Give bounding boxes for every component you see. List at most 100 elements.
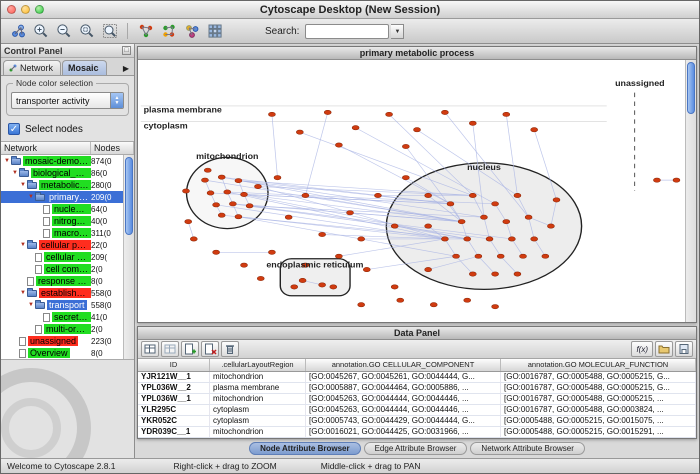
table-cell[interactable]: cytoplasm: [210, 405, 306, 415]
graph-node[interactable]: [430, 303, 437, 307]
tree-header-network[interactable]: Network: [1, 142, 91, 154]
graph-node[interactable]: [347, 211, 354, 215]
zoom-window-button[interactable]: [35, 5, 44, 14]
graph-node[interactable]: [330, 285, 337, 289]
tree-row[interactable]: cell communica2(0: [1, 263, 123, 275]
zoom-out-icon[interactable]: [53, 21, 74, 42]
table-cell[interactable]: [GO:0005887, GO:0044464, GO:0005886, ...: [306, 383, 501, 393]
tree-row[interactable]: cellular metabo209(: [1, 251, 123, 263]
zoom-in-icon[interactable]: [30, 21, 51, 42]
graph-node[interactable]: [241, 192, 248, 196]
tab-network-attribute-browser[interactable]: Network Attribute Browser: [470, 442, 584, 455]
annotation-icon[interactable]: [204, 21, 225, 42]
graph-node[interactable]: [542, 254, 549, 258]
graph-node[interactable]: [296, 130, 303, 134]
graph-node[interactable]: [241, 263, 248, 267]
node-color-select[interactable]: transporter activity ▲▼: [11, 92, 124, 109]
graph-node[interactable]: [553, 198, 560, 202]
tree-header-nodes[interactable]: Nodes: [91, 142, 134, 154]
graph-node[interactable]: [255, 184, 262, 188]
graph-node[interactable]: [213, 203, 220, 207]
graph-node[interactable]: [531, 128, 538, 132]
table-cell[interactable]: YPL036W__1: [138, 394, 210, 404]
graph-node[interactable]: [374, 193, 381, 197]
graph-node[interactable]: [319, 232, 326, 236]
graph-node[interactable]: [274, 175, 281, 179]
tree-row[interactable]: nitrogen compo40(0: [1, 215, 123, 227]
table-cell[interactable]: YDR039C__1: [138, 427, 210, 437]
graph-node[interactable]: [363, 267, 370, 271]
tree-row[interactable]: ▼mosaic-demo-yeast874(0: [1, 155, 123, 167]
tab-network[interactable]: Network: [3, 60, 61, 75]
table-row[interactable]: YPL036W__2plasma membrane[GO:0005887, GO…: [138, 383, 696, 394]
disclosure-triangle-icon[interactable]: ▼: [27, 194, 35, 200]
float-panel-icon[interactable]: □: [122, 46, 131, 55]
tree-row[interactable]: secretion41(0: [1, 311, 123, 323]
graph-node[interactable]: [464, 237, 471, 241]
graph-node[interactable]: [503, 219, 510, 223]
disclosure-triangle-icon[interactable]: ▼: [19, 242, 27, 248]
table-row[interactable]: YPL036W__1mitochondrion[GO:0045263, GO:0…: [138, 394, 696, 405]
table-cell[interactable]: [GO:0016021, GO:0044425, GO:0031966, ...: [306, 427, 501, 437]
network-canvas[interactable]: plasma membranecytoplasmmitochondrionnuc…: [138, 60, 696, 322]
graph-node[interactable]: [207, 191, 214, 195]
graph-node[interactable]: [525, 215, 532, 219]
graph-node[interactable]: [458, 219, 465, 223]
graph-node[interactable]: [486, 237, 493, 241]
graph-node[interactable]: [302, 193, 309, 197]
search-input[interactable]: [305, 24, 389, 39]
combo-arrows-icon[interactable]: ▲▼: [110, 93, 123, 108]
delete-attribute-icon[interactable]: [201, 341, 219, 357]
graph-node[interactable]: [481, 215, 488, 219]
table-row[interactable]: YKR052Ccytoplasm[GO:0005743, GO:0044429,…: [138, 416, 696, 427]
table-cell[interactable]: YLR295C: [138, 405, 210, 415]
graph-node[interactable]: [492, 305, 499, 309]
tree-row[interactable]: Overview8(0: [1, 347, 123, 359]
graph-node[interactable]: [235, 215, 242, 219]
table-cell[interactable]: [GO:0005488, GO:0005215, GO:0015075, ...: [501, 416, 696, 426]
graph-node[interactable]: [520, 254, 527, 258]
first-neighbors-icon[interactable]: [135, 21, 156, 42]
graph-node[interactable]: [229, 202, 236, 206]
disclosure-triangle-icon[interactable]: ▼: [19, 290, 27, 296]
graph-node[interactable]: [190, 237, 197, 241]
graph-node[interactable]: [291, 285, 298, 289]
graph-node[interactable]: [425, 224, 432, 228]
graph-node[interactable]: [224, 190, 231, 194]
graph-node[interactable]: [235, 178, 242, 182]
graph-node[interactable]: [469, 272, 476, 276]
import-attributes-icon[interactable]: [675, 341, 693, 357]
network-view-title[interactable]: primary metabolic process: [138, 47, 696, 60]
graph-node[interactable]: [391, 224, 398, 228]
graph-node[interactable]: [469, 121, 476, 125]
column-header[interactable]: annotation.GO CELLULAR_COMPONENT: [306, 359, 501, 371]
table-cell[interactable]: mitochondrion: [210, 372, 306, 382]
graph-node[interactable]: [653, 178, 660, 182]
table-cell[interactable]: mitochondrion: [210, 427, 306, 437]
close-window-button[interactable]: [7, 5, 16, 14]
table-cell[interactable]: [GO:0045263, GO:0044444, GO:0044446, ...: [306, 405, 501, 415]
network-graph[interactable]: plasma membranecytoplasmmitochondrionnuc…: [138, 60, 696, 322]
search-dropdown-icon[interactable]: ▼: [391, 24, 404, 39]
graph-node[interactable]: [475, 254, 482, 258]
graph-node[interactable]: [547, 224, 554, 228]
formula-builder-icon[interactable]: f(x): [631, 341, 653, 357]
table-cell[interactable]: YPL036W__2: [138, 383, 210, 393]
tab-mosaic[interactable]: Mosaic: [62, 60, 107, 75]
tree-row[interactable]: ▼transport558(0: [1, 299, 123, 311]
graph-node[interactable]: [257, 276, 264, 280]
graph-node[interactable]: [441, 237, 448, 241]
window-titlebar[interactable]: Cytoscape Desktop (New Session): [1, 1, 699, 19]
graph-node[interactable]: [508, 237, 515, 241]
open-attributes-icon[interactable]: [655, 341, 673, 357]
unselect-attributes-icon[interactable]: [161, 341, 179, 357]
tree-row[interactable]: unassigned223(0: [1, 335, 123, 347]
column-header[interactable]: annotation.GO MOLECULAR_FUNCTION: [501, 359, 696, 371]
tree-row[interactable]: ▼primary metab209(0: [1, 191, 123, 203]
table-cell[interactable]: plasma membrane: [210, 383, 306, 393]
graph-node[interactable]: [497, 254, 504, 258]
graph-node[interactable]: [183, 189, 190, 193]
minimize-window-button[interactable]: [21, 5, 30, 14]
graph-node[interactable]: [414, 128, 421, 132]
tab-edge-attribute-browser[interactable]: Edge Attribute Browser: [364, 442, 468, 455]
